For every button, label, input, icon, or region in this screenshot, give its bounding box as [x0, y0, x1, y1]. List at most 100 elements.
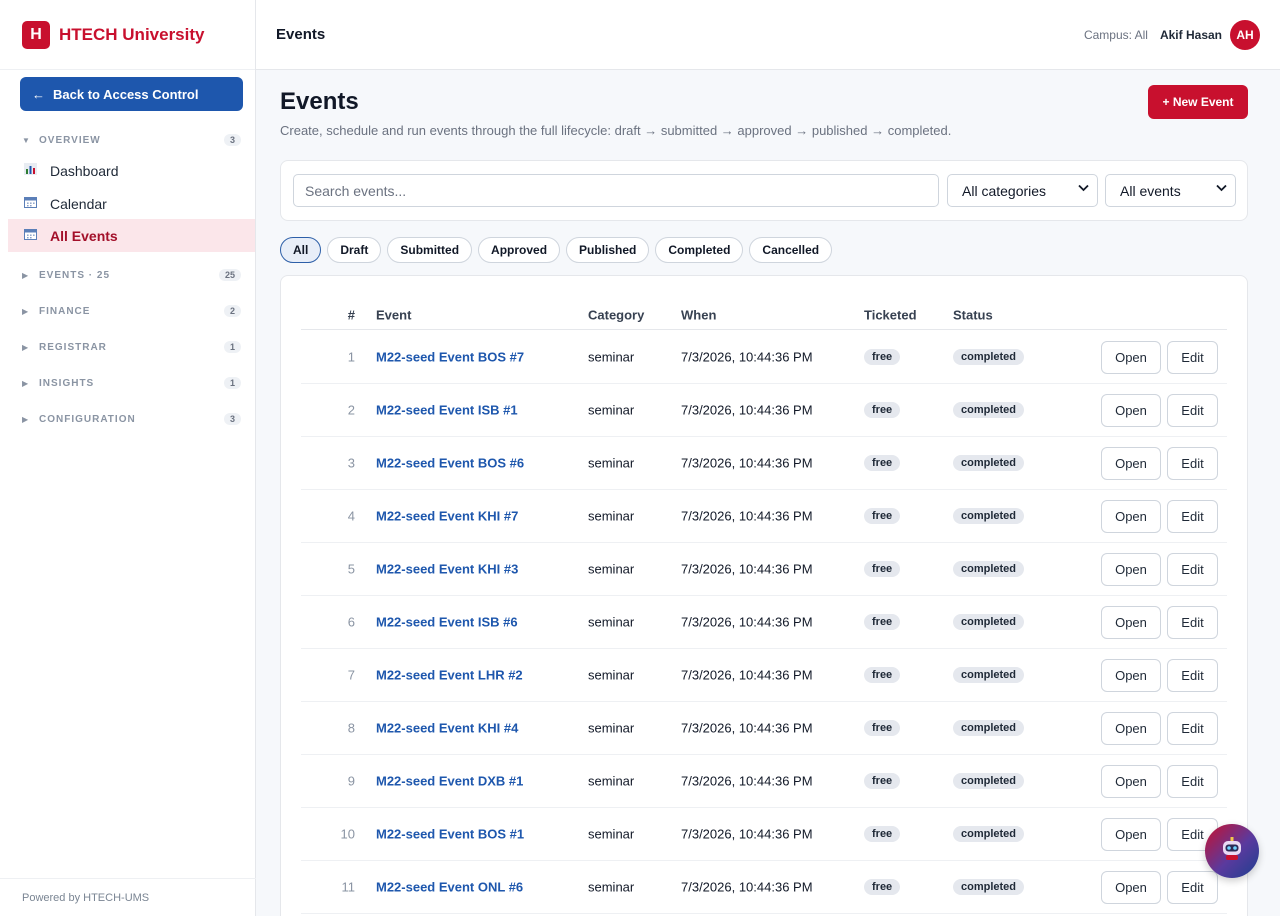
- open-button[interactable]: Open: [1101, 606, 1161, 639]
- tab-all[interactable]: All: [280, 237, 322, 263]
- event-link[interactable]: M22-seed Event BOS #7: [376, 350, 524, 365]
- event-category: seminar: [588, 561, 635, 577]
- tab-submitted[interactable]: Submitted: [387, 237, 473, 263]
- edit-button[interactable]: Edit: [1167, 394, 1218, 427]
- status-badge: completed: [953, 614, 1025, 630]
- event-link[interactable]: M22-seed Event LHR #2: [376, 668, 523, 683]
- edit-button[interactable]: Edit: [1167, 606, 1218, 639]
- event-link[interactable]: M22-seed Event ISB #6: [376, 615, 518, 630]
- ticketed-badge: free: [864, 508, 901, 524]
- caret-down-icon: ▼: [22, 135, 31, 145]
- nav-group-events[interactable]: ▶ EVENTS · 25 25: [22, 267, 241, 283]
- row-number: 6: [347, 614, 355, 630]
- nav-group-registrar[interactable]: ▶ REGISTRAR 1: [22, 339, 241, 355]
- nav-group-finance[interactable]: ▶ FINANCE 2: [22, 303, 241, 319]
- edit-button[interactable]: Edit: [1167, 659, 1218, 692]
- column-header-when[interactable]: When: [681, 307, 716, 322]
- tab-draft[interactable]: Draft: [327, 237, 382, 263]
- event-link[interactable]: M22-seed Event KHI #3: [376, 562, 518, 577]
- table-row[interactable]: 5 M22-seed Event KHI #3 seminar 7/3/2026, 1…: [301, 543, 1227, 596]
- ticketed-badge: free: [864, 349, 901, 365]
- event-link[interactable]: M22-seed Event DXB #1: [376, 774, 523, 789]
- open-button[interactable]: Open: [1101, 765, 1161, 798]
- event-link[interactable]: M22-seed Event BOS #6: [376, 456, 524, 471]
- event-link[interactable]: M22-seed Event ISB #1: [376, 403, 518, 418]
- tab-approved[interactable]: Approved: [478, 237, 561, 263]
- status-badge: completed: [953, 720, 1025, 736]
- table-row[interactable]: 7 M22-seed Event LHR #2 seminar 7/3/2026, 1…: [301, 649, 1227, 702]
- open-button[interactable]: Open: [1101, 659, 1161, 692]
- row-number: 5: [347, 561, 355, 577]
- event-link[interactable]: M22-seed Event KHI #4: [376, 721, 518, 736]
- edit-button[interactable]: Edit: [1167, 553, 1218, 586]
- table-row[interactable]: 1 M22-seed Event BOS #7 seminar 7/3/2026, 1…: [301, 331, 1227, 384]
- tab-published[interactable]: Published: [566, 237, 650, 263]
- edit-button[interactable]: Edit: [1167, 765, 1218, 798]
- nav-group-configuration[interactable]: ▶ CONFIGURATION 3: [22, 411, 241, 427]
- avatar[interactable]: AH: [1230, 19, 1260, 50]
- campus-selector[interactable]: Campus: All: [1084, 28, 1148, 42]
- event-link[interactable]: M22-seed Event BOS #1: [376, 827, 524, 842]
- scope-select-value: All events: [1120, 182, 1181, 199]
- category-select[interactable]: All categories: [947, 174, 1098, 207]
- table-row[interactable]: 11 M22-seed Event ONL #6 seminar 7/3/2026, …: [301, 861, 1227, 914]
- nav-group-insights[interactable]: ▶ INSIGHTS 1: [22, 375, 241, 391]
- column-header-category[interactable]: Category: [588, 307, 644, 322]
- new-event-button[interactable]: + New Event: [1148, 85, 1248, 119]
- tab-completed[interactable]: Completed: [655, 237, 744, 263]
- column-header-number: #: [347, 307, 355, 322]
- ticketed-badge: free: [864, 402, 901, 418]
- table-header: # Event Category When Ticketed Status: [301, 300, 1227, 330]
- search-input[interactable]: [293, 174, 939, 207]
- events-table: # Event Category When Ticketed Status 1 M…: [280, 275, 1248, 916]
- sidebar-item-dashboard[interactable]: Dashboard: [8, 154, 255, 187]
- ticketed-badge: free: [864, 667, 901, 683]
- column-header-ticketed[interactable]: Ticketed: [864, 307, 917, 322]
- column-header-status[interactable]: Status: [953, 307, 993, 322]
- edit-button[interactable]: Edit: [1167, 341, 1218, 374]
- edit-button[interactable]: Edit: [1167, 871, 1218, 904]
- edit-button[interactable]: Edit: [1167, 447, 1218, 480]
- open-button[interactable]: Open: [1101, 341, 1161, 374]
- table-row[interactable]: 6 M22-seed Event ISB #6 seminar 7/3/2026, 1…: [301, 596, 1227, 649]
- table-row[interactable]: 10 M22-seed Event BOS #1 seminar 7/3/2026, …: [301, 808, 1227, 861]
- row-number: 11: [341, 879, 356, 895]
- sidebar-item-calendar[interactable]: Calendar: [8, 187, 255, 220]
- user-name[interactable]: Akif Hasan: [1160, 28, 1222, 42]
- edit-button[interactable]: Edit: [1167, 712, 1218, 745]
- open-button[interactable]: Open: [1101, 500, 1161, 533]
- brand[interactable]: H HTECH University: [0, 0, 255, 70]
- event-link[interactable]: M22-seed Event KHI #7: [376, 509, 518, 524]
- chevron-down-icon: [1216, 184, 1227, 195]
- table-row[interactable]: 9 M22-seed Event DXB #1 seminar 7/3/2026, 1…: [301, 755, 1227, 808]
- open-button[interactable]: Open: [1101, 394, 1161, 427]
- open-button[interactable]: Open: [1101, 818, 1161, 851]
- open-button[interactable]: Open: [1101, 871, 1161, 904]
- event-link[interactable]: M22-seed Event ONL #6: [376, 880, 523, 895]
- nav-group-label: CONFIGURATION: [39, 413, 136, 425]
- tab-cancelled[interactable]: Cancelled: [749, 237, 833, 263]
- ticketed-badge: free: [864, 561, 901, 577]
- nav-group-overview[interactable]: ▼ OVERVIEW 3: [22, 132, 241, 148]
- open-button[interactable]: Open: [1101, 712, 1161, 745]
- topbar-title: Events: [276, 26, 326, 43]
- open-button[interactable]: Open: [1101, 553, 1161, 586]
- table-row[interactable]: 3 M22-seed Event BOS #6 seminar 7/3/2026, 1…: [301, 437, 1227, 490]
- back-to-access-control-button[interactable]: ← Back to Access Control: [20, 77, 243, 111]
- ticketed-badge: free: [864, 614, 901, 630]
- open-button[interactable]: Open: [1101, 447, 1161, 480]
- nav-group-count: 1: [223, 341, 241, 353]
- table-row[interactable]: 8 M22-seed Event KHI #4 seminar 7/3/2026, 1…: [301, 702, 1227, 755]
- calendar-icon: [24, 228, 50, 243]
- table-row[interactable]: 4 M22-seed Event KHI #7 seminar 7/3/2026, 1…: [301, 490, 1227, 543]
- edit-button[interactable]: Edit: [1167, 500, 1218, 533]
- table-row[interactable]: 2 M22-seed Event ISB #1 seminar 7/3/2026, 1…: [301, 384, 1227, 437]
- status-badge: completed: [953, 667, 1025, 683]
- event-datetime: 7/3/2026, 10:44:36 PM: [681, 349, 813, 365]
- arrow-left-icon: ←: [32, 86, 45, 102]
- scope-select[interactable]: All events: [1105, 174, 1236, 207]
- assistant-bot-button[interactable]: [1205, 824, 1259, 878]
- event-datetime: 7/3/2026, 10:44:36 PM: [681, 667, 813, 683]
- column-header-event[interactable]: Event: [376, 307, 411, 322]
- sidebar-item-all-events[interactable]: All Events: [8, 219, 255, 252]
